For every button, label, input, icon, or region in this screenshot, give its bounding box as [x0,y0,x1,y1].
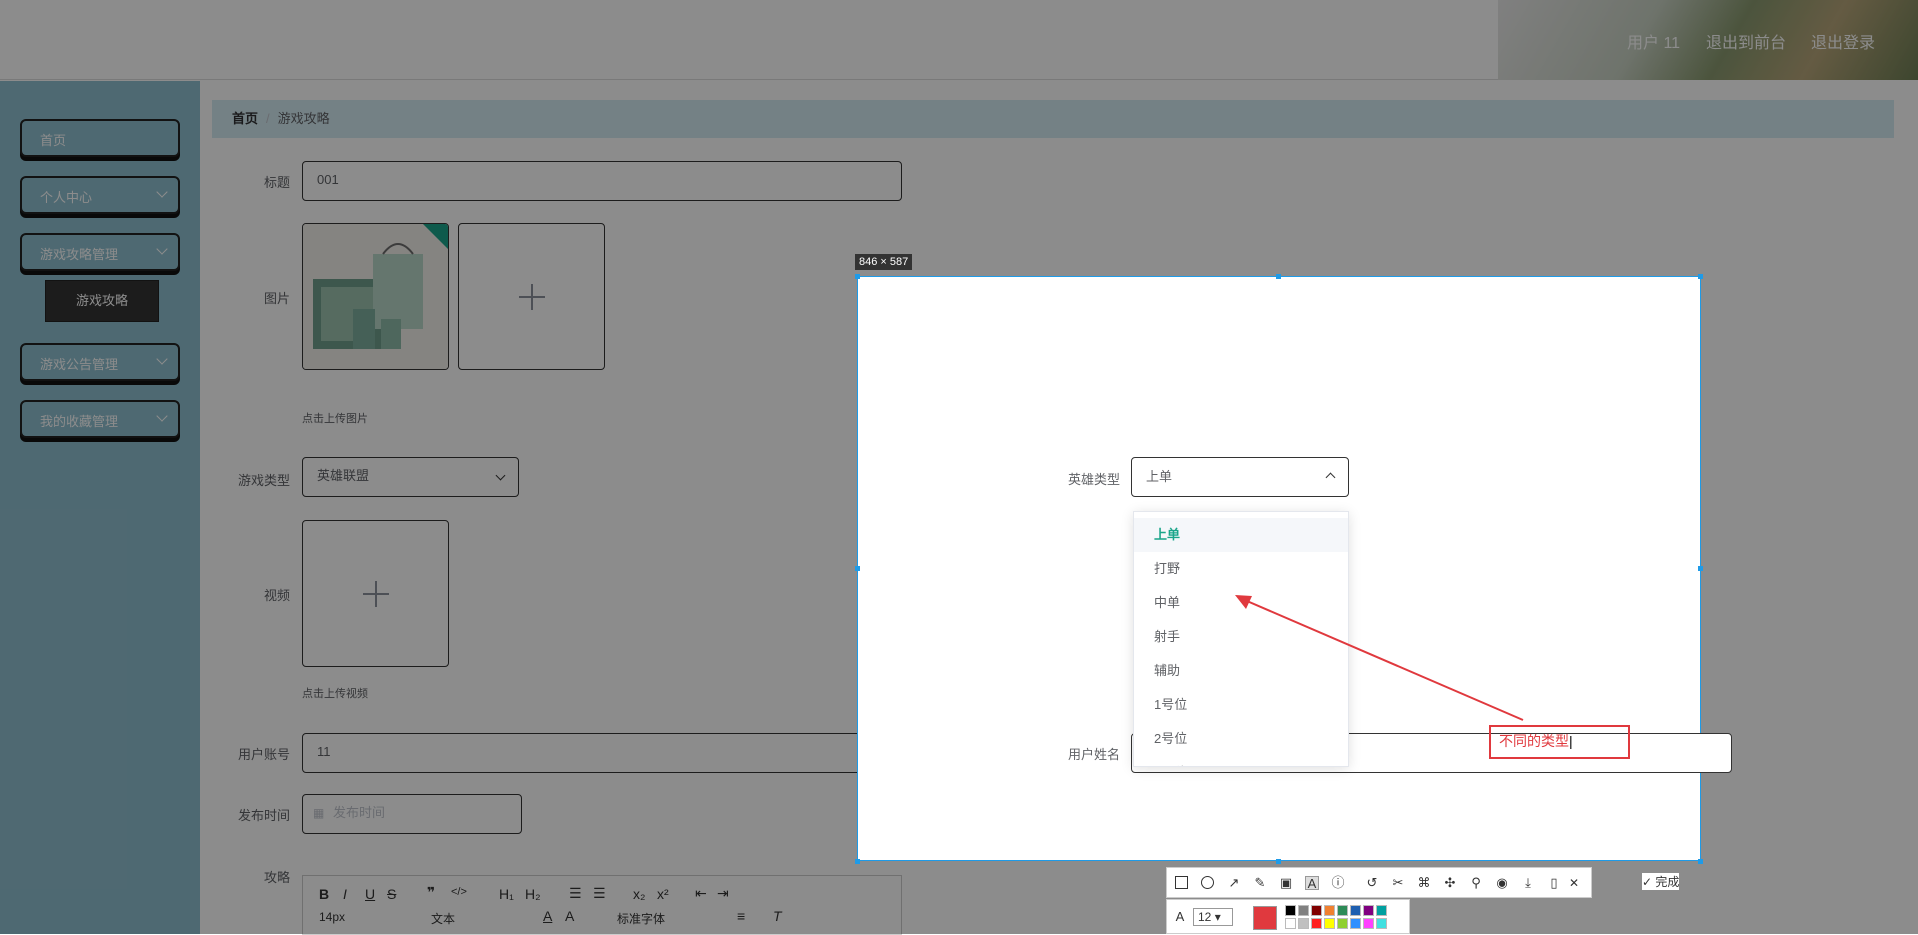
dropdown-option[interactable]: 3号位 [1134,756,1348,766]
resize-handle[interactable] [855,566,860,571]
text-style-toolbar: A 12 ▾ [1166,899,1410,934]
pen-icon[interactable]: ✎ [1253,876,1267,890]
resize-handle[interactable] [855,274,860,279]
username-label: 用户姓名 [1067,747,1120,762]
hero-type-label: 英雄类型 [1067,472,1120,487]
resize-handle[interactable] [1698,566,1703,571]
hero-type-value: 上单 [1146,469,1173,484]
color-swatch[interactable] [1285,918,1296,929]
color-swatch[interactable] [1298,905,1309,916]
pin-icon[interactable]: ⚲ [1469,876,1483,890]
undo-icon[interactable]: ↺ [1365,876,1379,890]
close-icon[interactable]: ✕ [1567,876,1581,890]
number-icon[interactable]: ⓘ [1331,876,1345,890]
dropdown-option[interactable]: 2号位 [1134,722,1348,756]
font-icon: A [1175,909,1185,924]
download-icon[interactable]: ⤓ [1521,876,1535,890]
selection-dimensions: 846 × 587 [855,254,913,270]
long-screenshot-icon[interactable]: ▯ [1547,876,1561,890]
scissors-icon[interactable]: ✂ [1391,876,1405,890]
ocr-icon[interactable]: ⌘ [1417,876,1431,890]
text-tool-icon[interactable]: A [1305,876,1319,891]
chevron-up-icon [1325,472,1336,483]
ellipse-icon[interactable] [1201,876,1214,889]
color-swatch[interactable] [1311,918,1322,929]
color-swatch[interactable] [1337,918,1348,929]
mosaic-icon[interactable]: ▣ [1279,876,1293,890]
done-button[interactable]: ✓ 完成 [1642,873,1680,890]
color-swatch[interactable] [1376,918,1387,929]
current-color-swatch[interactable] [1253,906,1277,930]
arrow-icon[interactable]: ↗ [1227,876,1241,890]
resize-handle[interactable] [1698,274,1703,279]
resize-handle[interactable] [855,859,860,864]
screenshot-toolbar-main: ↗ ✎ ▣ A ⓘ ↺ ✂ ⌘ ✣ ⚲ ◉ ⤓ ▯ ✕ [1166,867,1592,898]
translate-icon[interactable]: ✣ [1443,876,1457,890]
color-swatch[interactable] [1285,905,1296,916]
color-swatch[interactable] [1337,905,1348,916]
color-swatch[interactable] [1298,918,1309,929]
dropdown-option[interactable]: 打野 [1134,552,1348,586]
font-size-select[interactable]: 12 ▾ [1193,908,1233,926]
annotation-text-box[interactable]: 不同的类型| [1489,725,1630,759]
font-size-value: 12 [1198,910,1212,924]
resize-handle[interactable] [1276,859,1281,864]
color-swatch[interactable] [1363,905,1374,916]
color-swatch[interactable] [1376,905,1387,916]
color-swatch[interactable] [1350,905,1361,916]
annotation-arrow [1235,595,1524,721]
hero-type-select[interactable]: 上单 [1131,457,1349,497]
color-swatch[interactable] [1324,905,1335,916]
color-swatch[interactable] [1311,905,1322,916]
resize-handle[interactable] [1698,859,1703,864]
done-label: 完成 [1655,875,1680,889]
color-swatch[interactable] [1363,918,1374,929]
rectangle-icon[interactable] [1175,876,1188,889]
dropdown-option[interactable]: 上单 [1134,518,1348,552]
color-swatch[interactable] [1324,918,1335,929]
annotation-text: 不同的类型 [1499,733,1569,749]
resize-handle[interactable] [1276,274,1281,279]
color-swatch[interactable] [1350,918,1361,929]
record-icon[interactable]: ◉ [1495,876,1509,890]
